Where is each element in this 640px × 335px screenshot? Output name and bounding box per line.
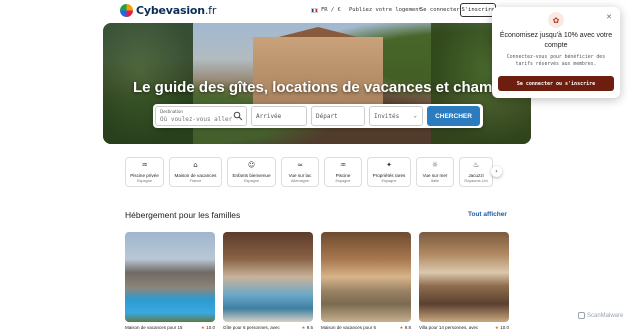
french-flag-icon (311, 7, 318, 13)
destination-label: Destination (160, 109, 183, 114)
discount-tag-icon: ✿ (548, 12, 564, 28)
listing-photo[interactable] (125, 232, 215, 322)
house-icon: ⌂ (193, 161, 198, 169)
guests-label: Invités (374, 112, 400, 120)
category-carousel: ♒ Piscine privée Espagne ⌂ Maison de vac… (125, 157, 510, 189)
section-title: Hébergement pour les familles (125, 210, 241, 220)
listing-name[interactable]: Gîte pour 6 personnes, avec (223, 325, 289, 330)
listing-photo[interactable] (419, 232, 509, 322)
listing-info: Maison de vacances pour 6 ★ 9.8 (321, 325, 411, 335)
hero-house (253, 37, 383, 112)
listing-card[interactable]: Maison de vacances pour 15 ★ 10.0 (125, 232, 215, 331)
rating-value: 10.0 (206, 325, 215, 330)
category-label: Maison de vacances (174, 173, 217, 178)
listing-rating: ★ 9.8 (399, 325, 411, 331)
search-button[interactable]: CHERCHER (427, 106, 480, 126)
search-icon (233, 111, 243, 121)
rare-icon: ✦ (386, 161, 392, 169)
category-lake-view[interactable]: ≈ Vue sur lac Allemagne (281, 157, 319, 187)
listing-info: Villa pour 14 personnes, avec ★ 10.0 (419, 325, 509, 335)
category-children-welcome[interactable]: ☺ Enfants bienvenue Espagne (227, 157, 276, 187)
destination-input[interactable] (160, 116, 232, 123)
watermark-icon (578, 312, 585, 319)
category-label: Jacuzzi (468, 173, 484, 178)
category-country: Allemagne (291, 179, 309, 183)
star-icon: ★ (301, 325, 306, 330)
category-jacuzzi[interactable]: ♨ Jacuzzi Royaume-Uni (459, 157, 493, 187)
logo[interactable]: Cybevasion.fr (120, 4, 216, 17)
sea-icon: ☼ (431, 161, 439, 169)
swim-icon: ♒ (339, 161, 347, 169)
hero-title: Le guide des gîtes, locations de vacance… (133, 79, 531, 96)
rating-value: 9.8 (404, 325, 411, 330)
category-label: Piscine privée (130, 173, 159, 178)
language-currency-selector[interactable]: FR / € (311, 7, 341, 13)
category-country: Espagne (244, 179, 259, 183)
popup-description: Connectez-vous pour bénéficier des tarif… (506, 55, 606, 67)
rating-value: 9.5 (306, 325, 313, 330)
listing-card[interactable]: Villa pour 14 personnes, avec ★ 10.0 (419, 232, 509, 331)
listing-rating: ★ 10.0 (201, 325, 215, 331)
star-icon: ★ (399, 325, 404, 330)
category-sea-view[interactable]: ☼ Vue sur mer Italie (416, 157, 454, 187)
departure-date-field[interactable]: Départ (311, 106, 365, 126)
logo-text: Cybevasion.fr (136, 4, 216, 17)
popup-title: Économisez jusqu'à 10% avec votre compte (499, 32, 613, 49)
category-label: Enfants bienvenue (232, 173, 271, 178)
listing-rating: ★ 9.5 (301, 325, 313, 331)
guests-select[interactable]: Invités ⌄ (369, 106, 423, 126)
search-bar: Destination Arrivée Départ Invités ⌄ CHE… (153, 104, 483, 128)
category-label: Vue sur lac (288, 173, 312, 178)
listing-card[interactable]: Gîte pour 6 personnes, avec ★ 9.5 (223, 232, 313, 331)
pool-icon: ♒ (141, 161, 148, 169)
children-icon: ☺ (247, 161, 256, 169)
logo-mark-icon (120, 4, 133, 17)
listing-photo[interactable] (223, 232, 313, 322)
category-rare-properties[interactable]: ✦ Propriétés rares Espagne (367, 157, 411, 187)
category-country: Royaume-Uni (464, 179, 488, 183)
watermark-text: ScanMalware (587, 312, 624, 319)
jacuzzi-icon: ♨ (472, 161, 480, 169)
destination-field[interactable]: Destination (155, 106, 247, 126)
chevron-down-icon: ⌄ (413, 112, 417, 119)
chevron-right-icon: › (495, 168, 498, 175)
category-country: Italie (430, 179, 440, 183)
language-currency-label: FR / € (321, 7, 341, 13)
rating-value: 10.0 (500, 325, 509, 330)
category-label: Vue sur mer (422, 173, 448, 178)
listing-name[interactable]: Villa pour 14 personnes, avec (419, 325, 485, 330)
close-icon[interactable]: ✕ (606, 13, 612, 21)
watermark: ScanMalware (578, 312, 623, 319)
member-discount-popup: ✿ ✕ Économisez jusqu'à 10% avec votre co… (492, 7, 620, 98)
category-private-pool[interactable]: ♒ Piscine privée Espagne (125, 157, 164, 187)
listing-name[interactable]: Maison de vacances pour 6 (321, 325, 387, 330)
category-pool[interactable]: ♒ Piscine Espagne (324, 157, 362, 187)
category-country: Espagne (381, 179, 397, 183)
logo-brand: Cybevasion (136, 4, 205, 17)
arrival-date-field[interactable]: Arrivée (251, 106, 307, 126)
listing-rating: ★ 10.0 (495, 325, 509, 331)
login-link[interactable]: Se connecter (420, 7, 460, 13)
logo-tld: .fr (204, 4, 217, 17)
category-country: Espagne (137, 179, 152, 183)
category-country: France (189, 179, 202, 183)
category-label: Piscine (335, 173, 351, 178)
category-country: Espagne (335, 179, 351, 183)
star-icon: ★ (494, 325, 499, 330)
popup-login-button[interactable]: Se connecter ou s'inscrire (498, 76, 614, 91)
listing-name[interactable]: Maison de vacances pour 15 (125, 325, 191, 330)
carousel-next-button[interactable]: › (491, 166, 502, 177)
listing-card[interactable]: Maison de vacances pour 6 ★ 9.8 (321, 232, 411, 331)
listing-info: Maison de vacances pour 15 ★ 10.0 (125, 325, 215, 335)
category-label: Propriétés rares (372, 173, 406, 178)
lake-icon: ≈ (297, 161, 303, 169)
listing-info: Gîte pour 6 personnes, avec ★ 9.5 (223, 325, 313, 335)
see-all-link[interactable]: Tout afficher (468, 211, 507, 218)
star-icon: ★ (200, 325, 205, 330)
listing-photo[interactable] (321, 232, 411, 322)
publish-listing-link[interactable]: Publiez votre logement (349, 7, 422, 13)
category-holiday-home[interactable]: ⌂ Maison de vacances France (169, 157, 222, 187)
signup-button[interactable]: S'inscrire (460, 3, 496, 17)
